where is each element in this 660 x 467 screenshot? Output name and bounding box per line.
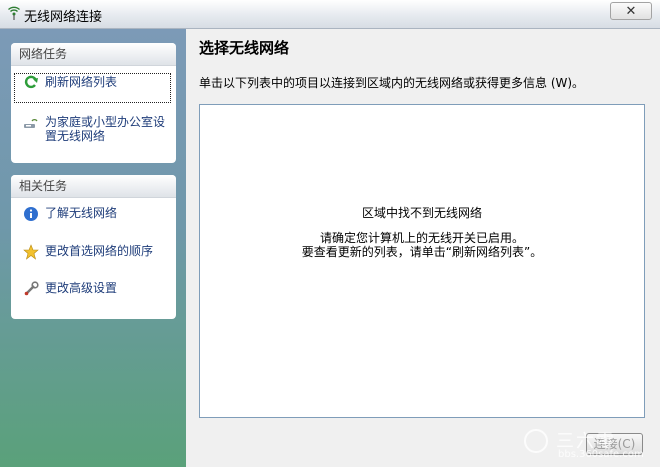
star-icon [23, 244, 39, 260]
wireless-setup-icon [24, 119, 38, 128]
no-networks-message: 区域中找不到无线网络 [361, 206, 482, 220]
watermark-url: bbs.360safe.com [558, 449, 644, 460]
learn-wireless-label: 了解无线网络 [45, 206, 118, 220]
change-preferred-order-link[interactable]: 更改首选网络的顺序 [15, 244, 172, 260]
watermark-circle-icon [524, 429, 548, 453]
refresh-network-list-link[interactable]: 刷新网络列表 [14, 73, 171, 103]
wireless-icon [8, 6, 20, 20]
related-tasks-header: 相关任务 [11, 175, 176, 198]
tools-icon [24, 281, 39, 296]
refresh-network-list-label: 刷新网络列表 [45, 75, 118, 89]
advanced-settings-link[interactable]: 更改高级设置 [15, 281, 172, 296]
close-button[interactable]: ✕ [610, 2, 652, 20]
sidebar: 网络任务 刷新网络列表 为家庭或小型办公室设置无线网络 相关任务 了解无线网络 … [0, 29, 186, 467]
setup-wireless-network-label: 为家庭或小型办公室设置无线网络 [45, 115, 166, 143]
setup-wireless-network-link[interactable]: 为家庭或小型办公室设置无线网络 [15, 115, 172, 143]
page-title: 选择无线网络 [199, 39, 290, 57]
main-pane: 选择无线网络 单击以下列表中的项目以连接到区域内的无线网络或获得更多信息 (W)… [186, 29, 660, 467]
watermark-logo: 三六零 bbs.360safe.com [524, 425, 654, 463]
network-tasks-header: 网络任务 [11, 43, 176, 66]
close-icon: ✕ [625, 3, 637, 19]
hint-line-2: 要查看更新的列表，请单击“刷新网络列表”。 [301, 245, 543, 259]
network-list[interactable]: 区域中找不到无线网络 请确定您计算机上的无线开关已启用。 要查看更新的列表，请单… [199, 104, 645, 418]
info-icon [24, 207, 38, 221]
instructions-text: 单击以下列表中的项目以连接到区域内的无线网络或获得更多信息 (W)。 [199, 76, 585, 90]
advanced-settings-label: 更改高级设置 [45, 281, 118, 295]
wireless-connection-window: 无线网络连接 ✕ 网络任务 刷新网络列表 为家庭或小型办公室设置无线网络 相关任… [0, 0, 660, 467]
title-bar[interactable]: 无线网络连接 ✕ [0, 0, 660, 29]
network-tasks-panel: 网络任务 刷新网络列表 为家庭或小型办公室设置无线网络 [11, 43, 176, 163]
learn-wireless-link[interactable]: 了解无线网络 [15, 206, 172, 221]
refresh-icon [24, 75, 38, 89]
window-title: 无线网络连接 [24, 10, 103, 25]
change-preferred-order-label: 更改首选网络的顺序 [45, 244, 154, 258]
related-tasks-panel: 相关任务 了解无线网络 更改首选网络的顺序 更改高级设置 [11, 175, 176, 319]
